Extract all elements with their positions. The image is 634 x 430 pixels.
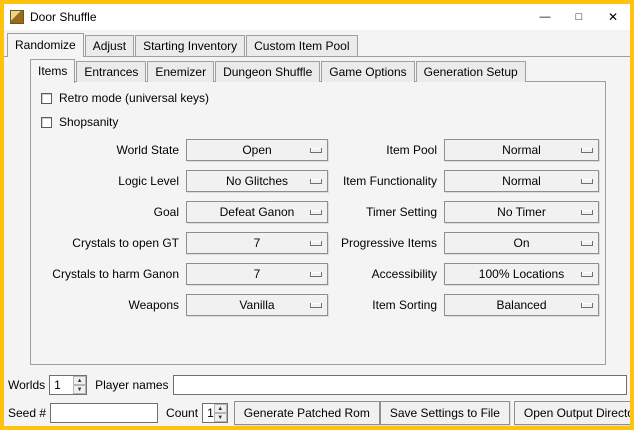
items-pane: Retro mode (universal keys) Shopsanity W… [30, 81, 606, 365]
options-grid: World State Open Item Pool Normal Logic … [33, 139, 605, 316]
tab-dungeon-shuffle[interactable]: Dungeon Shuffle [215, 61, 320, 82]
dropdown-indicator-icon [310, 241, 322, 246]
window: Door Shuffle — □ ✕ Randomize Adjust Star… [0, 0, 634, 430]
dropdown-indicator-icon [581, 210, 593, 215]
shopsanity-checkbox-row[interactable]: Shopsanity [41, 115, 605, 129]
app-icon [10, 10, 24, 24]
dropdown-indicator-icon [581, 272, 593, 277]
dropdown-indicator-icon [581, 241, 593, 246]
close-icon[interactable]: ✕ [596, 4, 630, 30]
item-pool-value: Normal [502, 143, 541, 157]
spin-down-icon[interactable]: ▼ [214, 413, 227, 422]
item-pool-dropdown[interactable]: Normal [444, 139, 599, 161]
tab-custom-item-pool[interactable]: Custom Item Pool [246, 35, 357, 56]
count-value: 1 [203, 404, 214, 422]
dropdown-indicator-icon [310, 210, 322, 215]
spin-up-icon[interactable]: ▲ [214, 404, 227, 413]
dropdown-indicator-icon [310, 272, 322, 277]
timer-setting-label: Timer Setting [335, 205, 437, 219]
worlds-label: Worlds [8, 378, 45, 392]
multiworld-row: Worlds 1 ▲ ▼ Player names [8, 374, 627, 396]
main-tab-bar: Randomize Adjust Starting Inventory Cust… [4, 33, 630, 57]
dropdown-indicator-icon [310, 148, 322, 153]
progressive-items-dropdown[interactable]: On [444, 232, 599, 254]
crystals-gt-value: 7 [254, 236, 261, 250]
maximize-icon[interactable]: □ [562, 4, 596, 30]
logic-level-dropdown[interactable]: No Glitches [186, 170, 328, 192]
crystals-ganon-value: 7 [254, 267, 261, 281]
dropdown-indicator-icon [310, 179, 322, 184]
accessibility-label: Accessibility [335, 267, 437, 281]
dropdown-indicator-icon [310, 303, 322, 308]
world-state-label: World State [33, 143, 179, 157]
tab-generation-setup[interactable]: Generation Setup [416, 61, 526, 82]
tab-adjust[interactable]: Adjust [85, 35, 134, 56]
goal-dropdown[interactable]: Defeat Ganon [186, 201, 328, 223]
item-pool-label: Item Pool [335, 143, 437, 157]
shopsanity-label: Shopsanity [59, 115, 118, 129]
item-sorting-label: Item Sorting [335, 298, 437, 312]
item-functionality-value: Normal [502, 174, 541, 188]
world-state-dropdown[interactable]: Open [186, 139, 328, 161]
item-sorting-dropdown[interactable]: Balanced [444, 294, 599, 316]
retro-mode-label: Retro mode (universal keys) [59, 91, 209, 105]
crystals-gt-dropdown[interactable]: 7 [186, 232, 328, 254]
count-stepper[interactable]: 1 ▲ ▼ [202, 403, 228, 423]
count-stepper-arrows: ▲ ▼ [214, 404, 227, 422]
goal-label: Goal [33, 205, 179, 219]
spin-down-icon[interactable]: ▼ [73, 385, 86, 394]
retro-mode-checkbox[interactable] [41, 93, 52, 104]
crystals-ganon-dropdown[interactable]: 7 [186, 263, 328, 285]
dropdown-indicator-icon [581, 303, 593, 308]
window-title: Door Shuffle [30, 4, 97, 30]
dropdown-indicator-icon [581, 179, 593, 184]
weapons-dropdown[interactable]: Vanilla [186, 294, 328, 316]
generate-patched-rom-button[interactable]: Generate Patched Rom [234, 401, 380, 425]
worlds-stepper[interactable]: 1 ▲ ▼ [49, 375, 87, 395]
retro-mode-checkbox-row[interactable]: Retro mode (universal keys) [41, 91, 605, 105]
progressive-items-value: On [513, 236, 529, 250]
accessibility-value: 100% Locations [479, 267, 564, 281]
item-functionality-label: Item Functionality [335, 174, 437, 188]
tab-items[interactable]: Items [30, 59, 75, 83]
tab-enemizer[interactable]: Enemizer [147, 61, 214, 82]
titlebar[interactable]: Door Shuffle — □ ✕ [4, 4, 630, 30]
dropdown-indicator-icon [581, 148, 593, 153]
tab-game-options[interactable]: Game Options [321, 61, 414, 82]
goal-value: Defeat Ganon [220, 205, 295, 219]
worlds-value: 1 [50, 376, 73, 394]
progressive-items-label: Progressive Items [335, 236, 437, 250]
world-state-value: Open [242, 143, 271, 157]
generate-row: Seed # Count 1 ▲ ▼ Generate Patched Rom … [8, 401, 627, 425]
weapons-label: Weapons [33, 298, 179, 312]
tab-entrances[interactable]: Entrances [76, 61, 146, 82]
weapons-value: Vanilla [239, 298, 274, 312]
item-functionality-dropdown[interactable]: Normal [444, 170, 599, 192]
seed-input[interactable] [50, 403, 158, 423]
crystals-ganon-label: Crystals to harm Ganon [33, 267, 179, 281]
crystals-gt-label: Crystals to open GT [33, 236, 179, 250]
tab-randomize[interactable]: Randomize [7, 33, 84, 57]
save-settings-button[interactable]: Save Settings to File [380, 401, 510, 425]
count-label: Count [166, 406, 198, 420]
randomize-panel: Items Entrances Enemizer Dungeon Shuffle… [30, 59, 606, 365]
window-controls: — □ ✕ [528, 4, 630, 30]
item-sorting-value: Balanced [496, 298, 546, 312]
logic-level-value: No Glitches [226, 174, 288, 188]
accessibility-dropdown[interactable]: 100% Locations [444, 263, 599, 285]
player-names-label: Player names [95, 378, 168, 392]
timer-setting-dropdown[interactable]: No Timer [444, 201, 599, 223]
window-content: Randomize Adjust Starting Inventory Cust… [4, 33, 630, 429]
seed-label: Seed # [8, 406, 46, 420]
shopsanity-checkbox[interactable] [41, 117, 52, 128]
randomize-tab-bar: Items Entrances Enemizer Dungeon Shuffle… [30, 59, 606, 82]
player-names-input[interactable] [173, 375, 628, 395]
minimize-icon[interactable]: — [528, 4, 562, 30]
spin-up-icon[interactable]: ▲ [73, 376, 86, 385]
worlds-stepper-arrows: ▲ ▼ [73, 376, 86, 394]
timer-setting-value: No Timer [497, 205, 546, 219]
open-output-directory-button[interactable]: Open Output Directory [514, 401, 634, 425]
tab-starting-inventory[interactable]: Starting Inventory [135, 35, 245, 56]
logic-level-label: Logic Level [33, 174, 179, 188]
